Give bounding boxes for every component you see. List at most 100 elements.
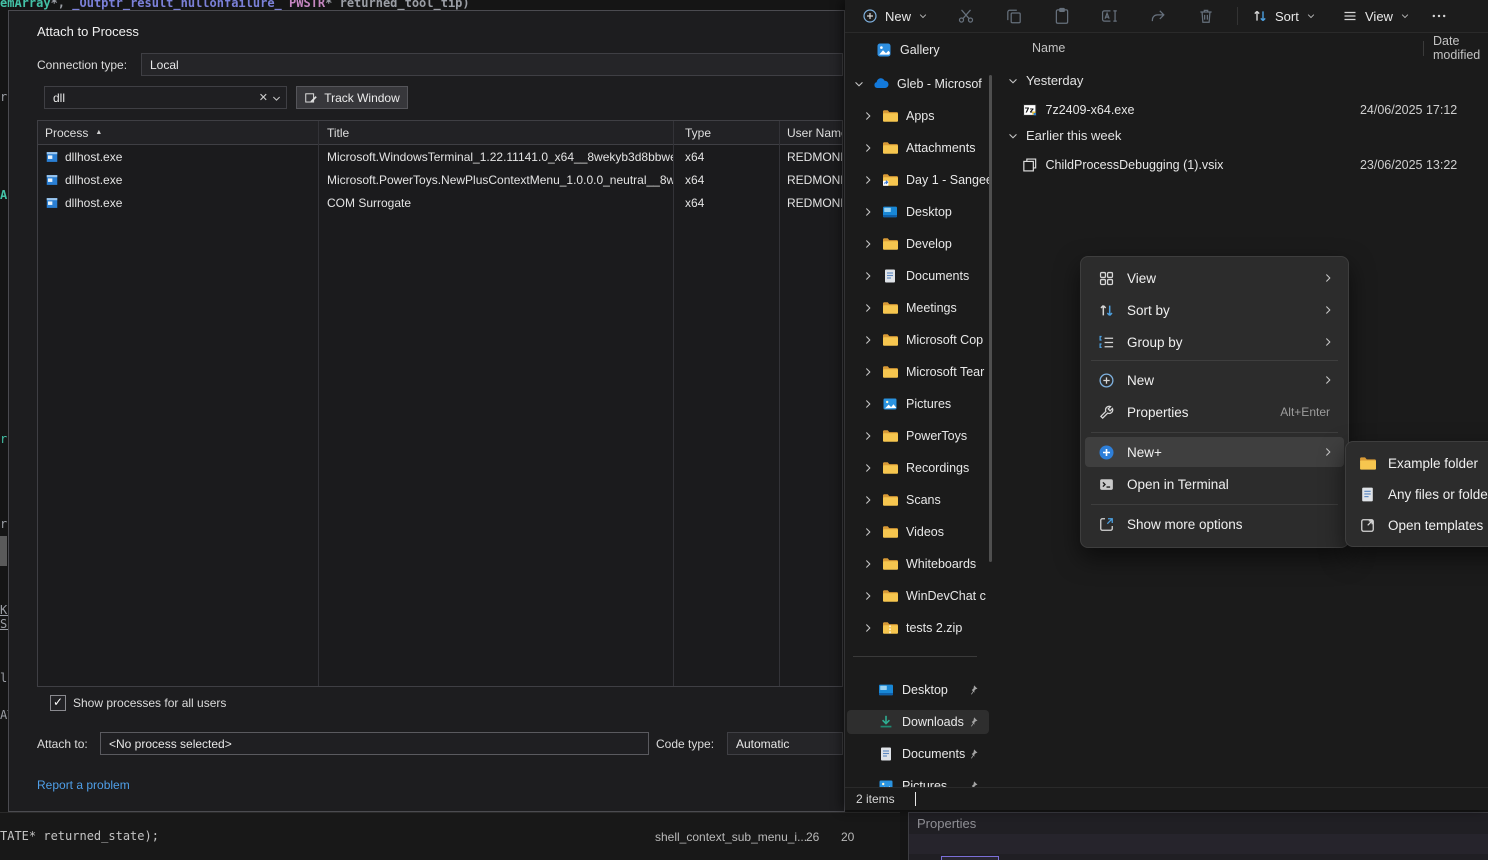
nav-item-whiteboards[interactable]: Whiteboards [847,552,989,576]
chevron-right-icon[interactable] [862,238,874,250]
more-options-icon[interactable] [1430,7,1448,25]
column-divider[interactable] [673,121,674,686]
chevron-down-icon[interactable] [853,78,865,90]
chevron-right-icon[interactable] [862,590,874,602]
column-divider[interactable] [318,121,319,686]
chevron-right-icon[interactable] [862,366,874,378]
delete-icon[interactable] [1197,7,1215,25]
nav-item-meetings[interactable]: Meetings [847,296,989,320]
paste-icon[interactable] [1053,7,1071,25]
nav-item-apps[interactable]: Apps [847,104,989,128]
context-menu-item-open-in-terminal[interactable]: Open in Terminal [1085,469,1344,499]
submenu-item-any-files-or-folders[interactable]: Any files or folde [1350,479,1488,509]
sort-button[interactable]: Sort [1243,3,1325,29]
column-header-user[interactable]: User Name [779,121,842,144]
nav-item-pictures[interactable]: Pictures [847,392,989,416]
nav-item-tests-zip[interactable]: tests 2.zip [847,616,989,640]
column-header-date-modified[interactable]: Date modified [1433,33,1488,63]
nav-item-microsoft-teams[interactable]: Microsoft Tear [847,360,989,384]
column-header-title[interactable]: Title [318,121,673,144]
nav-item-label: Gallery [900,43,989,57]
submenu-item-open-templates[interactable]: Open templates [1350,510,1488,540]
nav-item-documents[interactable]: Documents [847,264,989,288]
context-menu-item-show-more-options[interactable]: Show more options [1085,509,1344,539]
nav-item-pinned-desktop[interactable]: Desktop [847,678,989,702]
nav-item-recordings[interactable]: Recordings [847,456,989,480]
attach-to-field[interactable]: <No process selected> [100,732,649,755]
track-window-button[interactable]: Track Window [296,86,408,109]
chevron-right-icon[interactable] [862,334,874,346]
process-row[interactable]: dllhost.exe COM Surrogate x64 REDMOND [38,191,842,214]
column-header-type[interactable]: Type [673,121,779,144]
nav-item-gallery[interactable]: Gallery [847,38,989,62]
cut-icon[interactable] [957,7,975,25]
file-row-7z2409[interactable]: 7z2409-x64.exe 24/06/2025 17:12 Applicat… [1003,96,1484,123]
chevron-right-icon[interactable] [862,430,874,442]
chevron-right-icon[interactable] [862,558,874,570]
process-filter-input[interactable]: dll ✕ [44,86,287,109]
chevron-down-icon[interactable] [271,93,282,104]
process-row[interactable]: dllhost.exe Microsoft.PowerToys.NewPlusC… [38,168,842,191]
nav-item-videos[interactable]: Videos [847,520,989,544]
column-header-process[interactable]: Process ▲ [38,121,318,144]
view-button[interactable]: View [1333,3,1419,29]
nav-item-pinned-pictures[interactable]: Pictures [847,774,989,788]
nav-item-onedrive[interactable]: Gleb - Microsof [847,72,989,96]
process-row[interactable]: dllhost.exe Microsoft.WindowsTerminal_1.… [38,145,842,168]
chevron-right-icon[interactable] [862,142,874,154]
context-menu-item-view[interactable]: View [1085,263,1344,293]
chevron-right-icon[interactable] [862,622,874,634]
rename-icon[interactable] [1101,7,1119,25]
context-menu-item-new[interactable]: New [1085,365,1344,395]
connection-type-combobox[interactable]: Local [141,53,843,76]
group-header-yesterday[interactable]: Yesterday [1007,73,1083,88]
clear-filter-icon[interactable]: ✕ [259,91,268,104]
chevron-right-icon[interactable] [862,110,874,122]
context-menu-item-sort-by[interactable]: Sort by [1085,295,1344,325]
copy-icon[interactable] [1005,7,1023,25]
nav-item-develop[interactable]: Develop [847,232,989,256]
chevron-right-icon[interactable] [862,462,874,474]
chevron-right-icon[interactable] [862,302,874,314]
chevron-down-icon[interactable] [1007,130,1019,142]
show-all-users-checkbox[interactable]: ✓ [50,695,66,711]
group-header-earlier-this-week[interactable]: Earlier this week [1007,128,1121,143]
context-menu-item-properties[interactable]: Properties Alt+Enter [1085,397,1344,427]
process-type: x64 [673,196,779,210]
code-type-combobox[interactable]: Automatic [727,732,843,755]
report-problem-link[interactable]: Report a problem [37,778,130,792]
submenu-item-example-folder[interactable]: Example folder [1350,448,1488,478]
nav-item-windevchat[interactable]: WinDevChat c [847,584,989,608]
context-menu-item-new-plus[interactable]: New+ [1085,437,1344,467]
vs-navigation-item[interactable]: shell_context_sub_menu_i... [655,830,807,844]
chevron-right-icon[interactable] [862,174,874,186]
file-date-modified: 24/06/2025 17:12 [1360,103,1484,117]
column-divider[interactable] [779,121,780,686]
chevron-right-icon[interactable] [862,494,874,506]
new-button[interactable]: New [853,3,937,29]
nav-item-pinned-downloads[interactable]: Downloads [847,710,989,734]
nav-item-pinned-documents[interactable]: Documents [847,742,989,766]
nav-item-scans[interactable]: Scans [847,488,989,512]
column-divider[interactable] [1423,41,1424,56]
properties-panel-button[interactable] [941,856,999,860]
share-icon[interactable] [1149,7,1167,25]
menu-item-shortcut: Alt+Enter [1280,405,1330,419]
chevron-right-icon[interactable] [862,398,874,410]
nav-item-microsoft-copilot[interactable]: Microsoft Cop [847,328,989,352]
nav-item-day1[interactable]: Day 1 - Sangee [847,168,989,192]
nav-item-desktop[interactable]: Desktop [847,200,989,224]
nav-item-attachments[interactable]: Attachments [847,136,989,160]
vs-editor-bottom-strip: TATE* returned_state); shell_context_sub… [0,812,900,860]
editor-scrollbar-thumb[interactable] [0,536,7,566]
chevron-down-icon[interactable] [1007,75,1019,87]
chevron-right-icon[interactable] [862,526,874,538]
column-header-name[interactable]: Name [1032,33,1065,63]
context-menu-item-group-by[interactable]: Group by [1085,327,1344,357]
onedrive-cloud-icon [873,76,889,92]
nav-item-powertoys[interactable]: PowerToys [847,424,989,448]
navigation-scrollbar[interactable] [989,75,992,562]
file-row-childprocessdebugging[interactable]: ChildProcessDebugging (1).vsix 23/06/202… [1003,151,1484,178]
chevron-right-icon[interactable] [862,270,874,282]
chevron-right-icon[interactable] [862,206,874,218]
